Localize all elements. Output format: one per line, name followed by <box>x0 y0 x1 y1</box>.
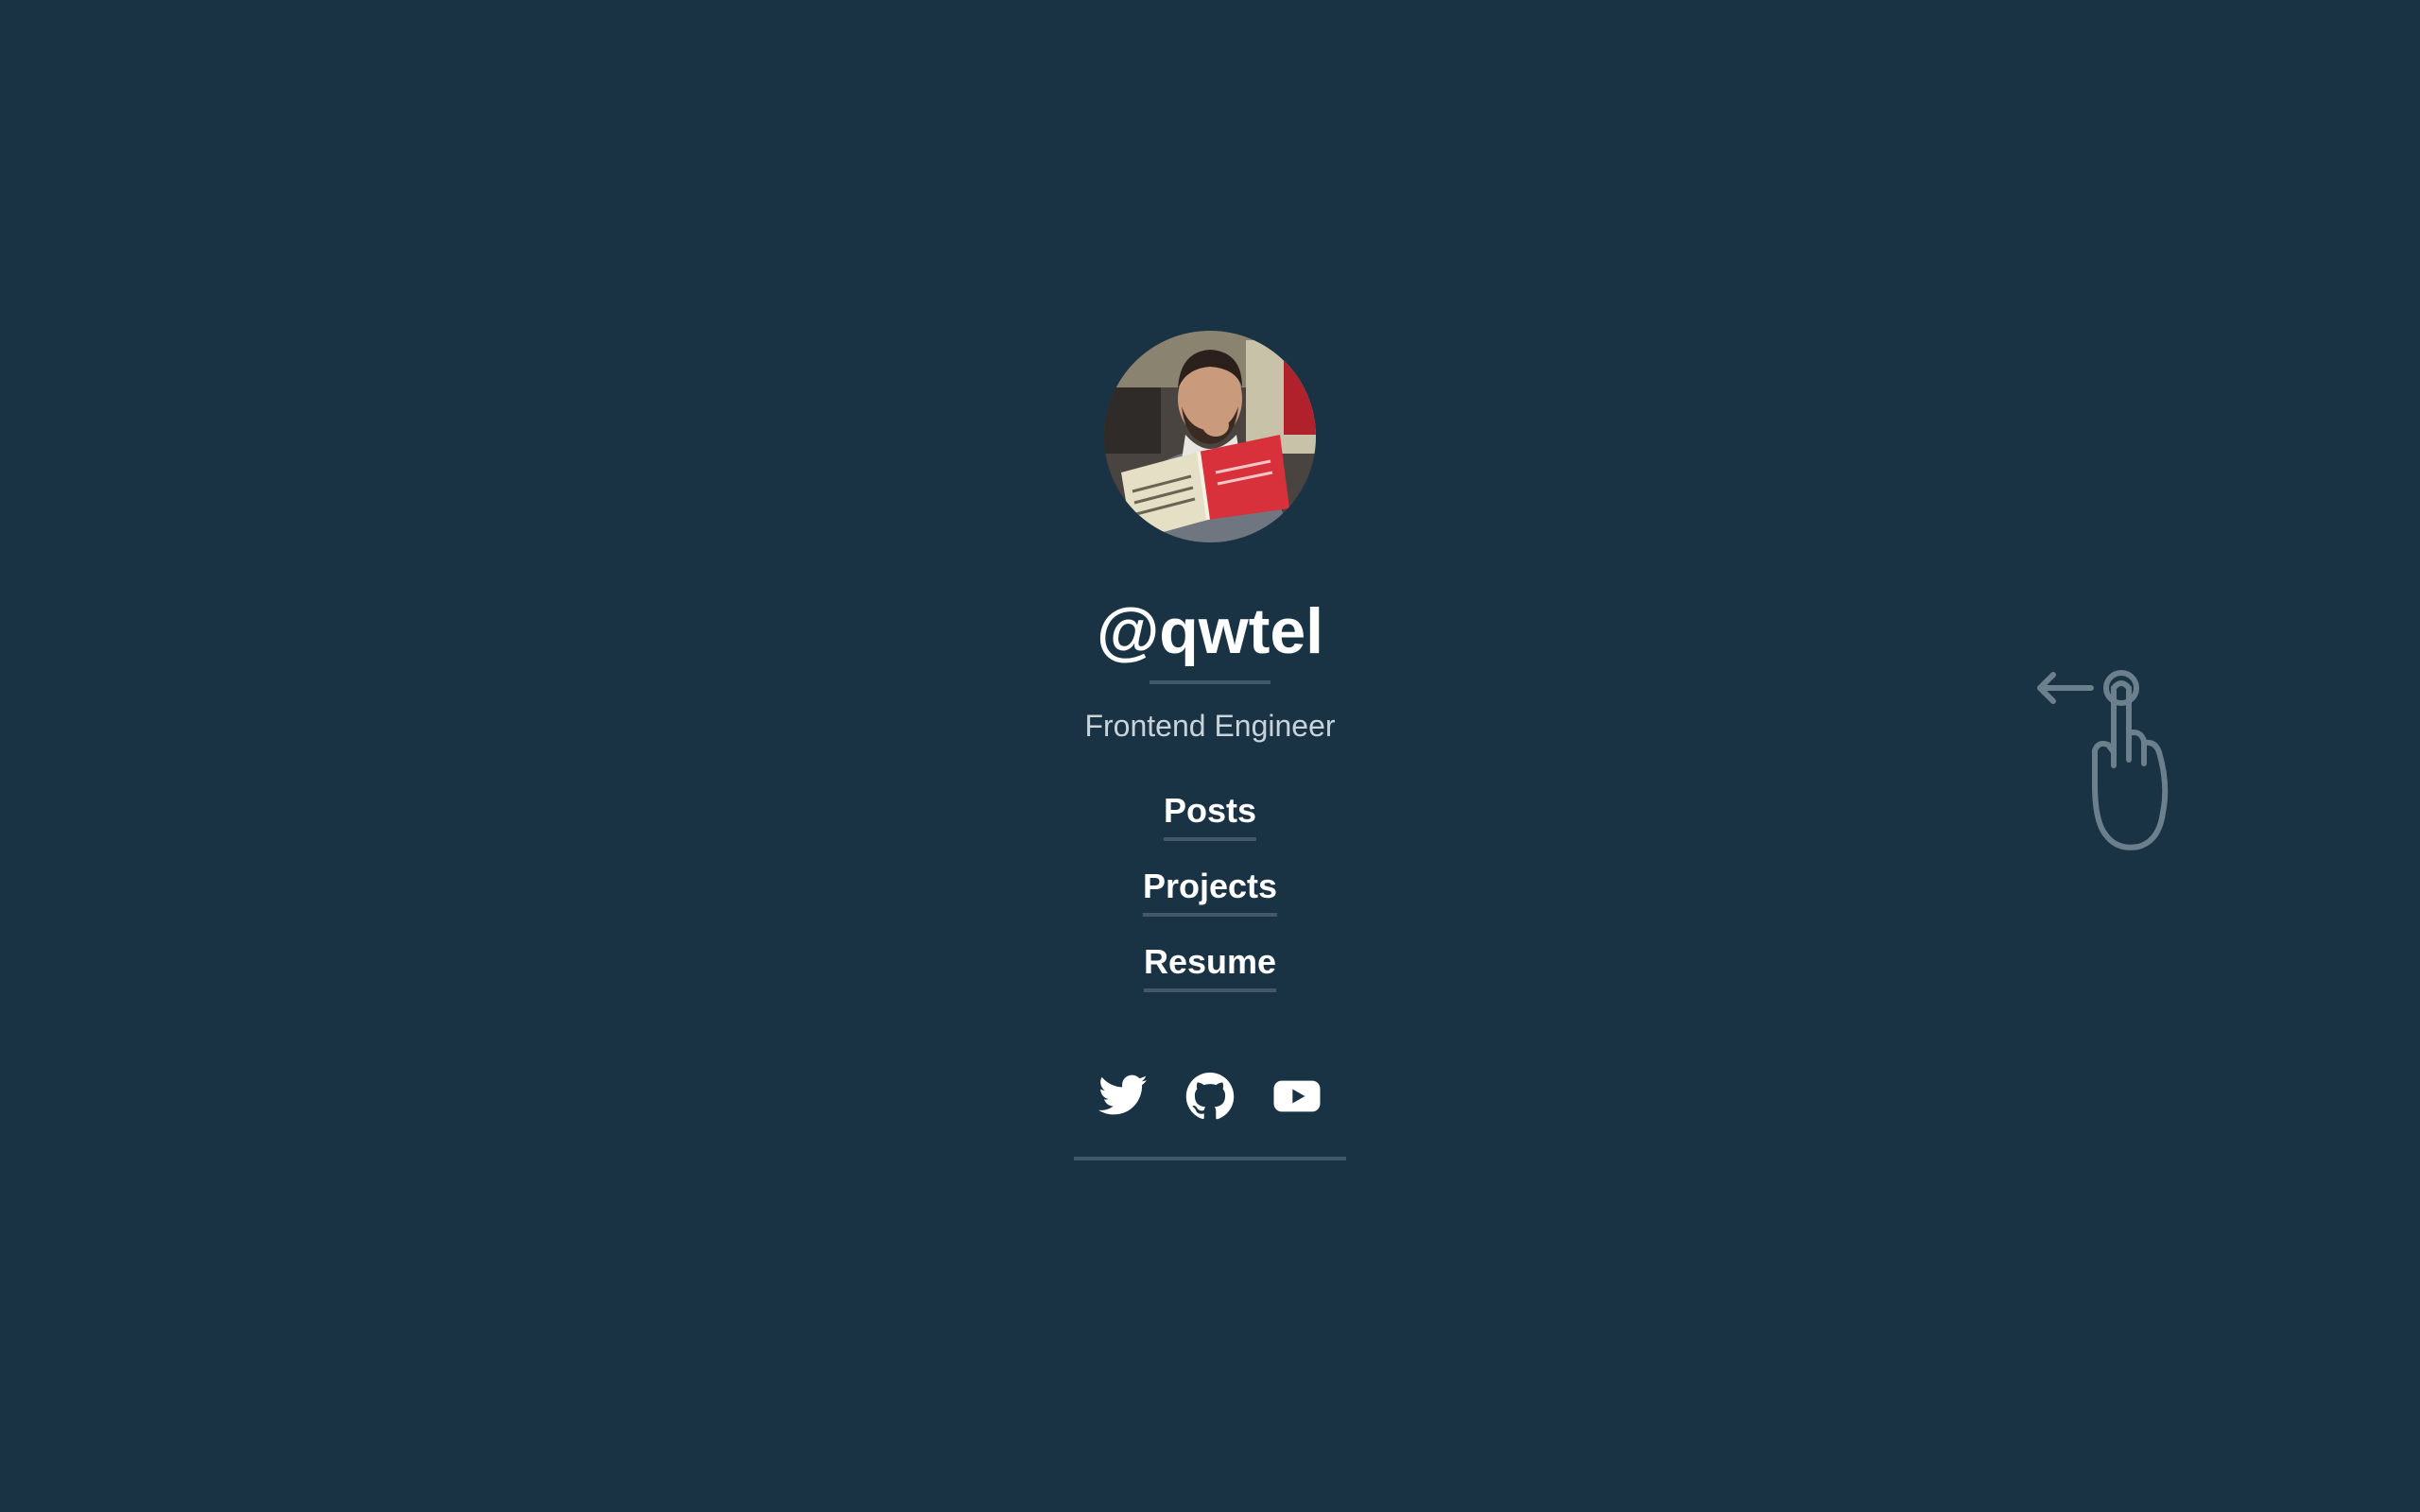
nav-link-projects[interactable]: Projects <box>1142 866 1278 917</box>
youtube-icon[interactable] <box>1270 1070 1323 1123</box>
page: @qwtel Frontend Engineer Posts Projects … <box>0 0 2420 1512</box>
title-divider <box>1150 680 1270 684</box>
social-links <box>1087 1070 1333 1123</box>
twitter-icon[interactable] <box>1097 1070 1150 1123</box>
avatar <box>1104 331 1316 542</box>
nav-link-posts[interactable]: Posts <box>1163 790 1257 841</box>
swipe-left-gesture-icon <box>2032 662 2184 850</box>
footer-divider <box>1074 1157 1346 1160</box>
github-icon[interactable] <box>1184 1070 1236 1123</box>
nav-link-resume[interactable]: Resume <box>1143 941 1277 992</box>
profile-handle: @qwtel <box>1096 595 1324 667</box>
